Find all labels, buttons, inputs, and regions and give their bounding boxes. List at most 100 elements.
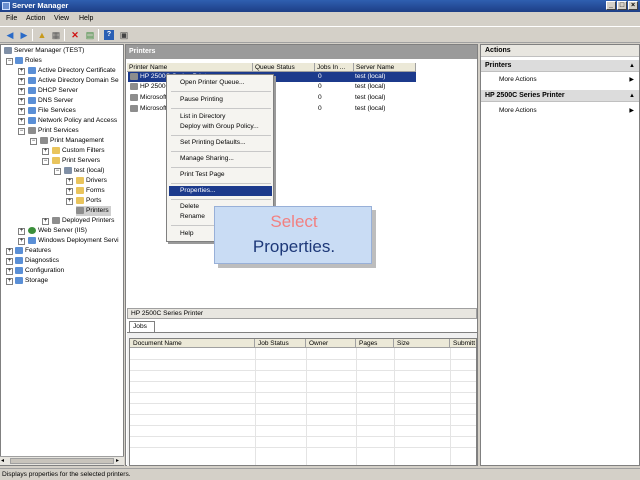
expand-toggle[interactable]: +	[66, 188, 73, 195]
tree-item-web-server[interactable]: Web Server (IIS)	[28, 226, 87, 236]
menu-deploy-group-policy[interactable]: Deploy with Group Policy...	[169, 122, 272, 132]
table-row[interactable]: Microsoft	[130, 93, 170, 103]
tree-item-storage[interactable]: Storage	[15, 276, 48, 286]
help-icon[interactable]: ?	[104, 30, 114, 40]
minimize-button[interactable]: _	[606, 1, 616, 10]
tree-item-print-servers[interactable]: Print Servers	[52, 156, 100, 166]
tree-item-print-management[interactable]: Print Management	[40, 136, 104, 146]
tree-item-print-services[interactable]: Print Services	[28, 126, 79, 136]
tree-root[interactable]: Server Manager (TEST)	[4, 46, 84, 56]
collapse-toggle[interactable]: −	[42, 158, 49, 165]
tree-item-diagnostics[interactable]: Diagnostics	[15, 256, 59, 266]
menu-pause-printing[interactable]: Pause Printing	[169, 95, 272, 105]
printer-icon	[40, 136, 48, 144]
tree-item-drivers[interactable]: Drivers	[76, 176, 107, 186]
tree-horizontal-scrollbar[interactable]: ◂ ▸	[0, 456, 124, 465]
col-queue-status[interactable]: Queue Status	[253, 63, 315, 72]
tree-item-features[interactable]: Features	[15, 246, 51, 256]
tree-item-ports[interactable]: Ports	[76, 196, 101, 206]
menu-file[interactable]: File	[6, 14, 17, 24]
expand-toggle[interactable]: +	[18, 238, 25, 245]
expand-toggle[interactable]: +	[6, 268, 13, 275]
collapse-toggle[interactable]: −	[6, 58, 13, 65]
pane-title: Printers	[126, 45, 477, 59]
collapse-caret-icon[interactable]: ▲	[629, 90, 635, 102]
menu-open-printer-queue[interactable]: Open Printer Queue...	[169, 78, 272, 88]
tree-item-dns[interactable]: DNS Server	[28, 96, 73, 106]
delete-icon[interactable]: ✕	[70, 30, 80, 40]
table-row[interactable]: Microsoft	[130, 104, 170, 114]
col-size[interactable]: Size	[394, 339, 450, 348]
tree-item-configuration[interactable]: Configuration	[15, 266, 64, 276]
col-pages[interactable]: Pages	[356, 339, 394, 348]
tree-item-deployed-printers[interactable]: Deployed Printers	[52, 216, 114, 226]
folder-up-icon[interactable]: ▲	[37, 30, 47, 40]
expand-toggle[interactable]: +	[18, 118, 25, 125]
tree-item-roles[interactable]: Roles	[15, 56, 42, 66]
close-button[interactable]: ×	[628, 1, 638, 10]
show-hide-tree-icon[interactable]: ▦	[51, 30, 61, 40]
tree-item-file-services[interactable]: File Services	[28, 106, 76, 116]
col-job-status[interactable]: Job Status	[255, 339, 306, 348]
collapse-toggle[interactable]: −	[54, 168, 61, 175]
col-document-name[interactable]: Document Name	[130, 339, 255, 348]
expand-toggle[interactable]: +	[42, 218, 49, 225]
col-submitted[interactable]: Submitt	[450, 339, 476, 348]
expand-toggle[interactable]: +	[18, 68, 25, 75]
col-owner[interactable]: Owner	[306, 339, 356, 348]
expand-toggle[interactable]: +	[66, 198, 73, 205]
expand-toggle[interactable]: +	[6, 248, 13, 255]
tree-item-test-local[interactable]: test (local)	[64, 166, 104, 176]
tree-item-wds[interactable]: Windows Deployment Servi	[28, 236, 119, 246]
mmc-icon[interactable]: ▣	[119, 30, 129, 40]
tree-item-network-policy[interactable]: Network Policy and Access	[28, 116, 117, 126]
expand-toggle[interactable]: +	[18, 78, 25, 85]
server-cell: test (local)	[355, 94, 386, 101]
expand-toggle[interactable]: +	[18, 108, 25, 115]
role-icon	[28, 236, 36, 244]
menu-manage-sharing[interactable]: Manage Sharing...	[169, 154, 272, 164]
forward-icon[interactable]: ▶	[19, 30, 29, 40]
collapse-toggle[interactable]: −	[18, 128, 25, 135]
printer-icon	[130, 82, 138, 90]
col-jobs-in-queue[interactable]: Jobs In ...	[315, 63, 354, 72]
menu-view[interactable]: View	[54, 14, 69, 24]
tree-item-ad-domain[interactable]: Active Directory Domain Se	[28, 76, 119, 86]
menu-list-in-directory[interactable]: List in Directory	[169, 112, 272, 122]
scroll-thumb[interactable]	[10, 458, 114, 464]
tab-jobs[interactable]: Jobs	[129, 321, 155, 332]
tree-item-custom-filters[interactable]: Custom Filters	[52, 146, 105, 156]
expand-toggle[interactable]: +	[66, 178, 73, 185]
expand-toggle[interactable]: +	[6, 278, 13, 285]
menu-properties[interactable]: Properties...	[169, 186, 272, 196]
tree-item-ad-certificate[interactable]: Active Directory Certificate	[28, 66, 116, 76]
scroll-right-icon[interactable]: ▸	[116, 457, 119, 464]
tree-item-dhcp[interactable]: DHCP Server	[28, 86, 78, 96]
action-more-actions[interactable]: More Actions ▶	[499, 75, 639, 85]
scroll-left-icon[interactable]: ◂	[1, 457, 4, 464]
menu-set-printing-defaults[interactable]: Set Printing Defaults...	[169, 138, 272, 148]
collapse-caret-icon[interactable]: ▲	[629, 60, 635, 72]
actions-section-printer[interactable]: HP 2500C Series Printer ▲	[481, 90, 639, 102]
menu-print-test-page[interactable]: Print Test Page	[169, 170, 272, 180]
menu-help[interactable]: Help	[79, 14, 93, 24]
tree-item-forms[interactable]: Forms	[76, 186, 105, 196]
action-more-actions[interactable]: More Actions ▶	[499, 106, 639, 116]
tree-item-printers[interactable]: Printers	[76, 206, 111, 216]
col-printer-name[interactable]: Printer Name	[127, 63, 253, 72]
expand-toggle[interactable]: +	[6, 258, 13, 265]
expand-toggle[interactable]: +	[42, 148, 49, 155]
actions-section-printers[interactable]: Printers ▲	[481, 60, 639, 72]
collapse-toggle[interactable]: −	[30, 138, 37, 145]
expand-toggle[interactable]: +	[18, 228, 25, 235]
folder-icon	[76, 186, 84, 194]
expand-toggle[interactable]: +	[18, 98, 25, 105]
export-icon[interactable]: ▤	[85, 30, 95, 40]
col-server-name[interactable]: Server Name	[354, 63, 416, 72]
grid-line	[130, 359, 476, 360]
expand-toggle[interactable]: +	[18, 88, 25, 95]
maximize-button[interactable]: □	[617, 1, 627, 10]
menu-action[interactable]: Action	[26, 14, 45, 24]
grid-line	[130, 370, 476, 371]
back-icon[interactable]: ◀	[5, 30, 15, 40]
